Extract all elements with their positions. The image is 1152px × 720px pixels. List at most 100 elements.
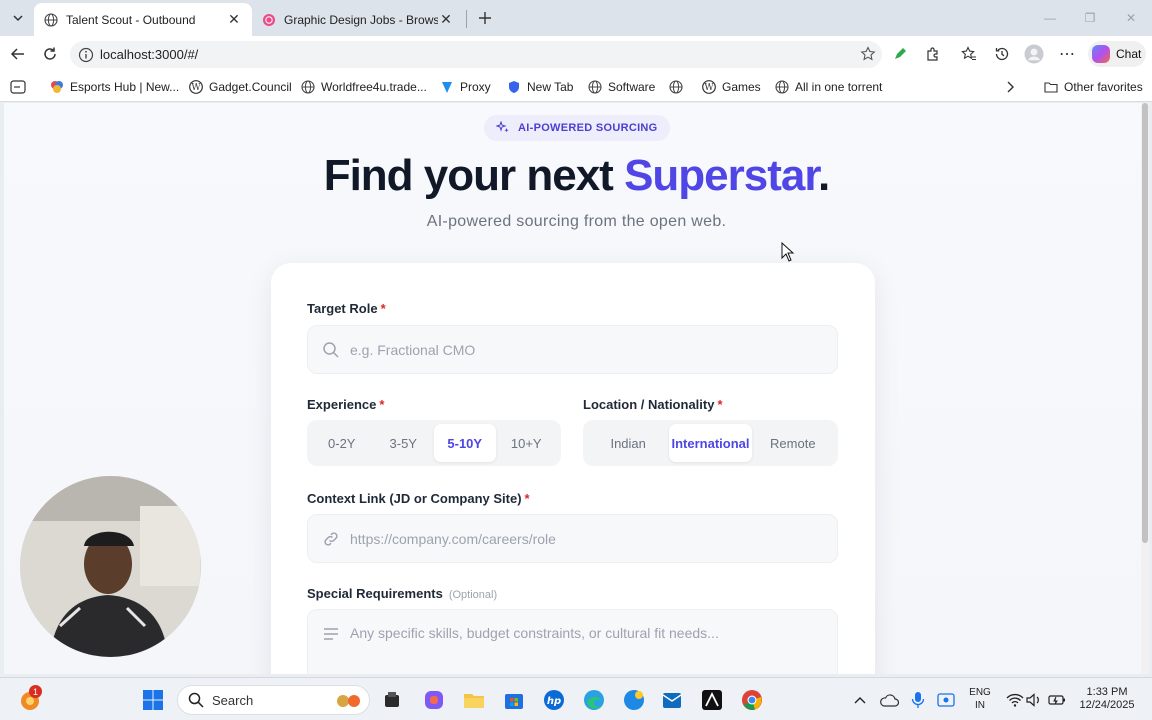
copilot-app-icon[interactable] bbox=[422, 688, 446, 712]
close-window-icon[interactable]: ✕ bbox=[1121, 8, 1141, 28]
search-highlight-icon bbox=[337, 695, 360, 707]
globe-icon bbox=[44, 12, 58, 27]
show-hidden-icons-chevron-icon[interactable] bbox=[848, 688, 872, 712]
microsoft-store-icon[interactable] bbox=[502, 688, 526, 712]
tab-title: Talent Scout - Outbound bbox=[66, 12, 196, 27]
address-bar[interactable]: localhost:3000/#/ bbox=[70, 41, 882, 68]
page-scrollbar[interactable] bbox=[1141, 103, 1149, 674]
maximize-icon[interactable]: ❐ bbox=[1080, 8, 1100, 28]
other-favorites-label: Other favorites bbox=[1064, 80, 1143, 94]
scrollbar-thumb[interactable] bbox=[1142, 103, 1148, 543]
location-option-remote[interactable]: Remote bbox=[752, 424, 834, 462]
location-label: Location / Nationality * bbox=[583, 397, 723, 412]
experience-option-5-10y[interactable]: 5-10Y bbox=[434, 424, 496, 462]
search-icon bbox=[323, 341, 339, 358]
onedrive-cloud-icon[interactable] bbox=[877, 688, 901, 712]
bookmark-games[interactable]: W Games bbox=[702, 78, 761, 96]
globe-icon bbox=[588, 80, 602, 94]
context-link-input[interactable]: https://company.com/careers/role bbox=[307, 514, 838, 563]
sourcing-form-card: Target Role * e.g. Fractional CMO Experie… bbox=[271, 263, 875, 674]
webcam-overlay bbox=[20, 476, 201, 657]
experience-option-10-plus-y[interactable]: 10+Y bbox=[496, 424, 558, 462]
special-requirements-placeholder: Any specific skills, budget constraints,… bbox=[350, 625, 719, 641]
webcam-person-image bbox=[20, 476, 201, 657]
taskbar-search[interactable]: Search bbox=[177, 685, 370, 715]
close-tab-icon[interactable]: ✕ bbox=[226, 11, 242, 28]
taskbar-search-label: Search bbox=[212, 692, 254, 708]
edge-dev-icon[interactable] bbox=[622, 688, 646, 712]
new-tab-plus-icon[interactable] bbox=[474, 7, 496, 29]
special-requirements-label: Special Requirements (Optional) bbox=[307, 586, 498, 601]
location-option-indian[interactable]: Indian bbox=[587, 424, 669, 462]
favorite-star-icon[interactable] bbox=[860, 46, 876, 62]
clock-date: 12/24/2025 bbox=[1079, 699, 1135, 711]
battery-icon[interactable] bbox=[1045, 688, 1069, 712]
tab-graphic-design-jobs[interactable]: Graphic Design Jobs - Browse 100 ✕ bbox=[252, 3, 464, 36]
tab-divider bbox=[466, 10, 467, 28]
copilot-icon bbox=[1092, 45, 1110, 63]
bookmark-all-in-one-torrent[interactable]: All in one torrent bbox=[775, 78, 882, 96]
microphone-icon[interactable] bbox=[906, 688, 930, 712]
favorites-icon[interactable] bbox=[959, 44, 979, 64]
more-bookmarks-chevron-icon[interactable] bbox=[1005, 78, 1015, 96]
url-text: localhost:3000/#/ bbox=[100, 47, 199, 62]
tab-talent-scout[interactable]: Talent Scout - Outbound ✕ bbox=[34, 3, 252, 36]
screen-capture-icon[interactable] bbox=[934, 688, 958, 712]
experience-option-3-5y[interactable]: 3-5Y bbox=[373, 424, 435, 462]
text-lines-icon bbox=[324, 628, 338, 640]
bookmark-worldfree4u[interactable]: Worldfree4u.trade... bbox=[301, 78, 427, 96]
tab-actions-menu-icon[interactable] bbox=[6, 6, 30, 30]
edge-browser-icon[interactable] bbox=[582, 688, 606, 712]
badge-text: AI-POWERED SOURCING bbox=[518, 122, 658, 134]
back-arrow-icon[interactable] bbox=[7, 43, 29, 65]
target-role-placeholder: e.g. Fractional CMO bbox=[350, 341, 476, 358]
more-options-icon[interactable]: ⋯ bbox=[1057, 44, 1077, 64]
page-title: Find your next Superstar. bbox=[4, 151, 1149, 201]
bookmark-proxy[interactable]: Proxy bbox=[440, 78, 491, 96]
bookmark-favicon-icon bbox=[51, 81, 63, 93]
bookmark-label: New Tab bbox=[527, 80, 574, 94]
ai-sourcing-badge: AI-POWERED SOURCING bbox=[484, 115, 670, 141]
folder-icon bbox=[1044, 82, 1058, 93]
headline-period: . bbox=[818, 151, 830, 200]
experience-option-0-2y[interactable]: 0-2Y bbox=[311, 424, 373, 462]
pen-extension-icon[interactable] bbox=[890, 44, 910, 64]
search-icon bbox=[188, 692, 204, 708]
bookmark-label: Software bbox=[608, 80, 656, 94]
language-indicator[interactable]: ENG IN bbox=[964, 686, 996, 712]
chrome-icon[interactable] bbox=[740, 688, 764, 712]
volume-icon[interactable] bbox=[1022, 688, 1046, 712]
location-option-international[interactable]: International bbox=[669, 424, 752, 462]
copilot-chat-button[interactable]: Chat bbox=[1088, 41, 1146, 67]
outlook-icon[interactable] bbox=[660, 688, 684, 712]
bookmark-esports-hub[interactable]: Esports Hub | New... bbox=[50, 78, 179, 96]
bookmark-label: All in one torrent bbox=[795, 80, 883, 94]
history-icon[interactable] bbox=[992, 44, 1012, 64]
bookmark-gadget-council[interactable]: W Gadget.Council bbox=[189, 78, 292, 96]
tab-title: Graphic Design Jobs - Browse 100 bbox=[284, 12, 438, 27]
hp-app-icon[interactable]: hp bbox=[542, 688, 566, 712]
close-tab-icon[interactable]: ✕ bbox=[438, 11, 454, 28]
globe-icon bbox=[669, 80, 683, 94]
bookmark-label: Gadget.Council bbox=[209, 80, 292, 94]
other-favorites-folder[interactable]: Other favorites bbox=[1044, 78, 1143, 96]
minimize-icon[interactable]: — bbox=[1040, 8, 1060, 28]
bookmark-new-tab[interactable]: New Tab bbox=[507, 78, 573, 96]
bookmark-globe[interactable] bbox=[669, 78, 689, 96]
windows-start-icon[interactable] bbox=[141, 688, 165, 712]
bookmark-label: Proxy bbox=[460, 80, 491, 94]
profile-avatar-icon[interactable] bbox=[1024, 44, 1044, 64]
bookmark-software[interactable]: Software bbox=[588, 78, 655, 96]
vectorizer-app-icon[interactable] bbox=[700, 688, 724, 712]
special-requirements-textarea[interactable]: Any specific skills, budget constraints,… bbox=[307, 609, 838, 674]
extensions-puzzle-icon[interactable] bbox=[923, 44, 943, 64]
toolbar: localhost:3000/#/ ⋯ Chat bbox=[0, 36, 1152, 72]
file-explorer-dark-icon[interactable] bbox=[380, 688, 404, 712]
target-role-label: Target Role * bbox=[307, 301, 386, 316]
site-info-icon[interactable] bbox=[78, 47, 94, 63]
target-role-input[interactable]: e.g. Fractional CMO bbox=[307, 325, 838, 374]
refresh-icon[interactable] bbox=[39, 43, 61, 65]
file-explorer-icon[interactable] bbox=[462, 688, 486, 712]
clock[interactable]: 1:33 PM 12/24/2025 bbox=[1073, 686, 1141, 712]
sidebar-toggle-icon[interactable] bbox=[10, 78, 26, 96]
